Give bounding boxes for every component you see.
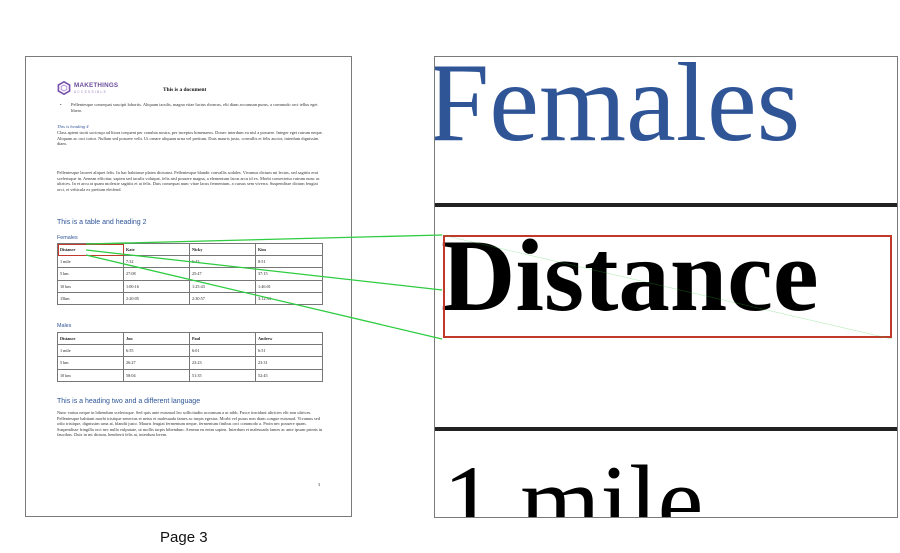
table-cell: 25:47 — [189, 267, 256, 281]
bullet-dot-icon: • — [60, 102, 62, 107]
hexagon-logo-icon — [57, 81, 71, 95]
table-cell: 6:55 — [123, 344, 190, 358]
table-cell: 6:01 — [189, 344, 256, 358]
table-cell: 3:12:34 — [255, 291, 323, 305]
heading-4: This is heading 4 — [57, 124, 89, 129]
bullet-text: Pellentesque consequat suscipit lobortis… — [71, 102, 318, 113]
table-cell: 5 km — [57, 356, 124, 370]
table-cell: 2:20:05 — [123, 291, 190, 305]
logo-brand-text: MAKETHINGS — [74, 82, 119, 89]
table-cell: 1 mile — [57, 255, 124, 269]
table-cell: 1:25:43 — [189, 279, 256, 293]
table-header-cell: Andrew — [255, 331, 323, 346]
paragraph-2: Pellentesque laoreet aliquet felis. In h… — [57, 170, 320, 192]
table-header-distance-highlighted: Distance — [57, 242, 124, 257]
table-row: 10 km 1:00:16 1:25:43 1:46:01 — [57, 279, 323, 293]
table-cell: 7:32 — [123, 255, 190, 269]
table-cell: 23:23 — [189, 356, 256, 370]
table-header-cell: Nicky — [189, 242, 256, 257]
table-cell: 6:51 — [255, 344, 323, 358]
table-cell: 1 mile — [57, 344, 124, 358]
paragraph-1: Class aptent taciti sociosqu ad litora t… — [57, 130, 323, 147]
zoom-females-heading: Females — [434, 56, 801, 165]
table-row: 5 km 26:27 23:23 23:31 — [57, 356, 323, 370]
magnified-view: Females Distance 1 mile — [434, 56, 898, 518]
table-cell: 51:35 — [189, 368, 256, 382]
table-row: 5 km 27:08 25:47 37:15 — [57, 267, 323, 281]
table-row: 15km 2:20:05 2:30:57 3:12:34 — [57, 291, 323, 305]
table-cell: 58:04 — [123, 368, 190, 382]
table-cell: 10 km — [57, 368, 124, 382]
bullet-paragraph: • Pellentesque consequat suscipit lobort… — [57, 102, 323, 113]
zoom-1-mile-text: 1 mile — [443, 445, 704, 518]
table-cell: 10 km — [57, 279, 124, 293]
table-header-cell: Paul — [189, 331, 256, 346]
table-cell: 2:30:57 — [189, 291, 256, 305]
heading-2-language: This is a heading two and a different la… — [57, 398, 201, 405]
males-table: Distance Jon Paul Andrew 1 mile 6:55 6:0… — [57, 331, 323, 382]
page-caption: Page 3 — [160, 529, 208, 546]
table-cell: 6:43 — [189, 255, 256, 269]
females-caption: Females — [57, 235, 78, 241]
table-cell: 1:00:16 — [123, 279, 190, 293]
table-cell: 37:15 — [255, 267, 323, 281]
document-page-thumbnail: MAKETHINGS ACCESSIBLE This is a document… — [25, 56, 352, 517]
heading-2-table: This is a table and heading 2 — [57, 219, 147, 226]
table-cell: 52:45 — [255, 368, 323, 382]
table-row: 10 km 58:04 51:35 52:45 — [57, 368, 323, 382]
zoom-table-top-border — [435, 203, 897, 207]
males-caption: Males — [57, 323, 72, 329]
table-header-row: Distance Jon Paul Andrew — [57, 331, 323, 346]
table-header-row: Distance Kate Nicky Kim — [57, 242, 323, 257]
table-header-cell: Kim — [255, 242, 323, 257]
table-cell: 23:31 — [255, 356, 323, 370]
paragraph-3: Nunc varius neque in bibendum scelerisqu… — [57, 410, 323, 438]
females-table: Distance Kate Nicky Kim 1 mile 7:32 6:43… — [57, 242, 323, 305]
table-cell: 26:27 — [123, 356, 190, 370]
table-header-cell: Distance — [57, 331, 124, 346]
table-cell: 5 km — [57, 267, 124, 281]
zoom-highlight-box — [443, 235, 892, 338]
table-cell: 1:46:01 — [255, 279, 323, 293]
table-cell: 15km — [57, 291, 124, 305]
page-number: 3 — [318, 482, 321, 487]
table-row: 1 mile 7:32 6:43 8:51 — [57, 255, 323, 269]
logo-tagline: ACCESSIBLE — [74, 90, 108, 94]
table-row: 1 mile 6:55 6:01 6:51 — [57, 344, 323, 358]
table-header-cell: Jon — [123, 331, 190, 346]
table-header-cell: Kate — [123, 242, 190, 257]
table-cell: 27:08 — [123, 267, 190, 281]
zoom-row-border — [435, 427, 897, 431]
document-title: This is a document — [163, 87, 207, 93]
table-cell: 8:51 — [255, 255, 323, 269]
